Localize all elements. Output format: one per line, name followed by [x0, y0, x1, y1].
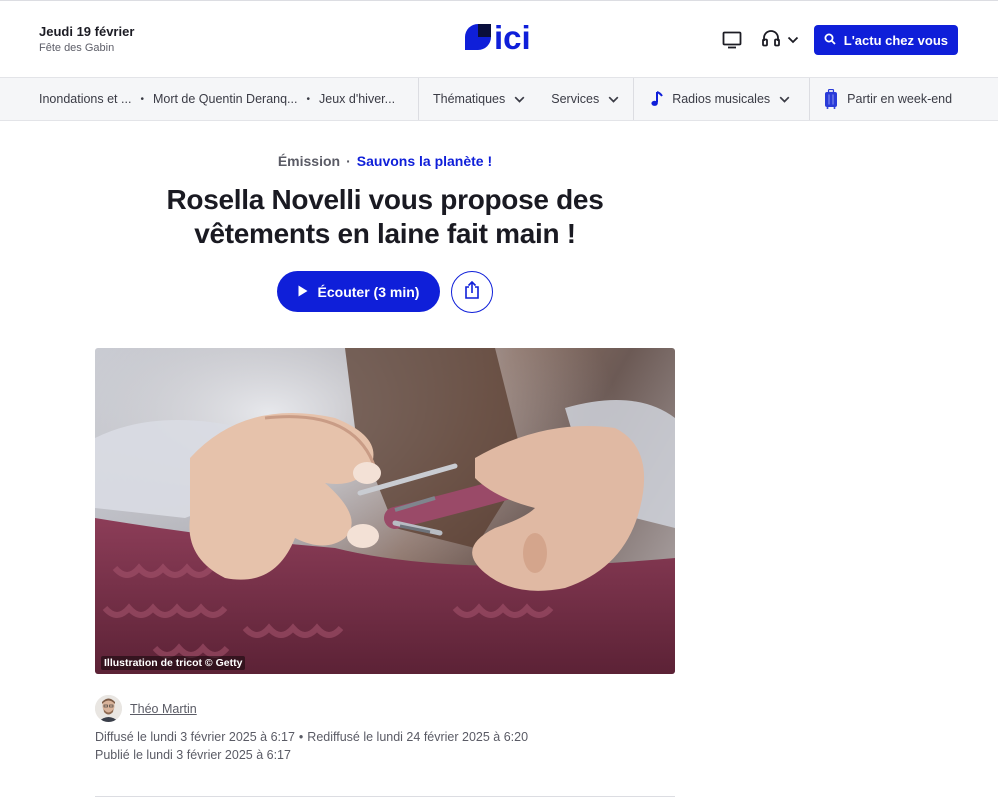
thematiques-label: Thématiques	[433, 92, 506, 106]
thematiques-menu[interactable]: Thématiques	[433, 92, 525, 106]
listen-label: Écouter (3 min)	[317, 283, 420, 300]
share-button[interactable]	[451, 271, 493, 313]
logo-text: ici	[494, 21, 531, 53]
article-title: Rosella Novelli vous propose des vêtemen…	[166, 184, 604, 249]
header-actions: L'actu chez vous	[719, 25, 958, 55]
weekend-label: Partir en week-end	[847, 92, 953, 106]
site-header: Jeudi 19 février Fête des Gabin ici L'ac…	[0, 0, 998, 78]
content-type: Émission	[277, 153, 341, 169]
separator-dot: •	[306, 93, 310, 105]
show-link[interactable]: Sauvons la planète !	[357, 153, 492, 169]
menu-group: Thématiques Services	[419, 78, 635, 120]
rebroadcast-date: Rediffusé le lundi 24 février 2025 à 6:2…	[307, 730, 529, 744]
services-menu[interactable]: Services	[551, 92, 619, 106]
saint-of-day: Fête des Gabin	[39, 42, 115, 54]
partir-weekend-link[interactable]: Partir en week-end	[824, 89, 952, 109]
author-link[interactable]: Théo Martin	[130, 702, 197, 716]
current-date: Jeudi 19 février	[39, 24, 135, 39]
radios-group: Radios musicales	[634, 78, 811, 120]
chevron-down-icon	[779, 92, 790, 106]
radios-label: Radios musicales	[672, 92, 771, 106]
ici-logo[interactable]: ici	[465, 19, 535, 56]
separator-dot: ·	[346, 153, 351, 169]
local-news-label: L'actu chez vous	[843, 32, 948, 48]
broadcast-date: Diffusé le lundi 3 février 2025 à 6:17	[95, 730, 295, 744]
separator-dot: •	[140, 93, 144, 105]
weekend-group: Partir en week-end	[810, 78, 966, 120]
trending-link[interactable]: Mort de Quentin Deranq...	[153, 92, 298, 106]
author-block: Théo Martin	[95, 695, 197, 722]
article-image	[95, 348, 675, 674]
play-icon	[298, 284, 308, 300]
image-caption: Illustration de tricot © Getty	[101, 656, 246, 670]
separator-dot: •	[298, 730, 304, 744]
tv-icon[interactable]	[719, 27, 745, 53]
main-nav: Inondations et ... • Mort de Quentin Der…	[0, 78, 998, 121]
search-icon	[824, 33, 836, 48]
article-dates: Diffusé le lundi 3 février 2025 à 6:17 • R…	[95, 728, 528, 764]
luggage-icon	[824, 89, 838, 109]
trending-link[interactable]: Jeux d'hiver...	[319, 92, 395, 106]
published-date: Publié le lundi 3 février 2025 à 6:17	[95, 748, 291, 762]
local-news-button[interactable]: L'actu chez vous	[813, 25, 958, 55]
radios-musicales-menu[interactable]: Radios musicales	[651, 91, 790, 107]
divider	[95, 796, 675, 797]
listen-button[interactable]: Écouter (3 min)	[277, 271, 440, 312]
headphones-icon	[761, 29, 781, 52]
share-icon	[464, 280, 480, 304]
chevron-down-icon	[608, 92, 619, 106]
avatar	[95, 695, 122, 722]
music-note-icon	[651, 91, 664, 107]
trending-topics: Inondations et ... • Mort de Quentin Der…	[0, 78, 419, 120]
chevron-down-icon	[787, 31, 799, 49]
broadcast-dates: Diffusé le lundi 3 février 2025 à 6:17 • R…	[95, 728, 528, 746]
article-kicker: Émission · Sauvons la planète !	[0, 153, 770, 169]
radio-menu-button[interactable]	[761, 29, 799, 52]
chevron-down-icon	[514, 92, 525, 106]
trending-link[interactable]: Inondations et ...	[39, 92, 131, 106]
services-label: Services	[551, 92, 600, 106]
date-block: Jeudi 19 février Fête des Gabin	[39, 24, 134, 55]
